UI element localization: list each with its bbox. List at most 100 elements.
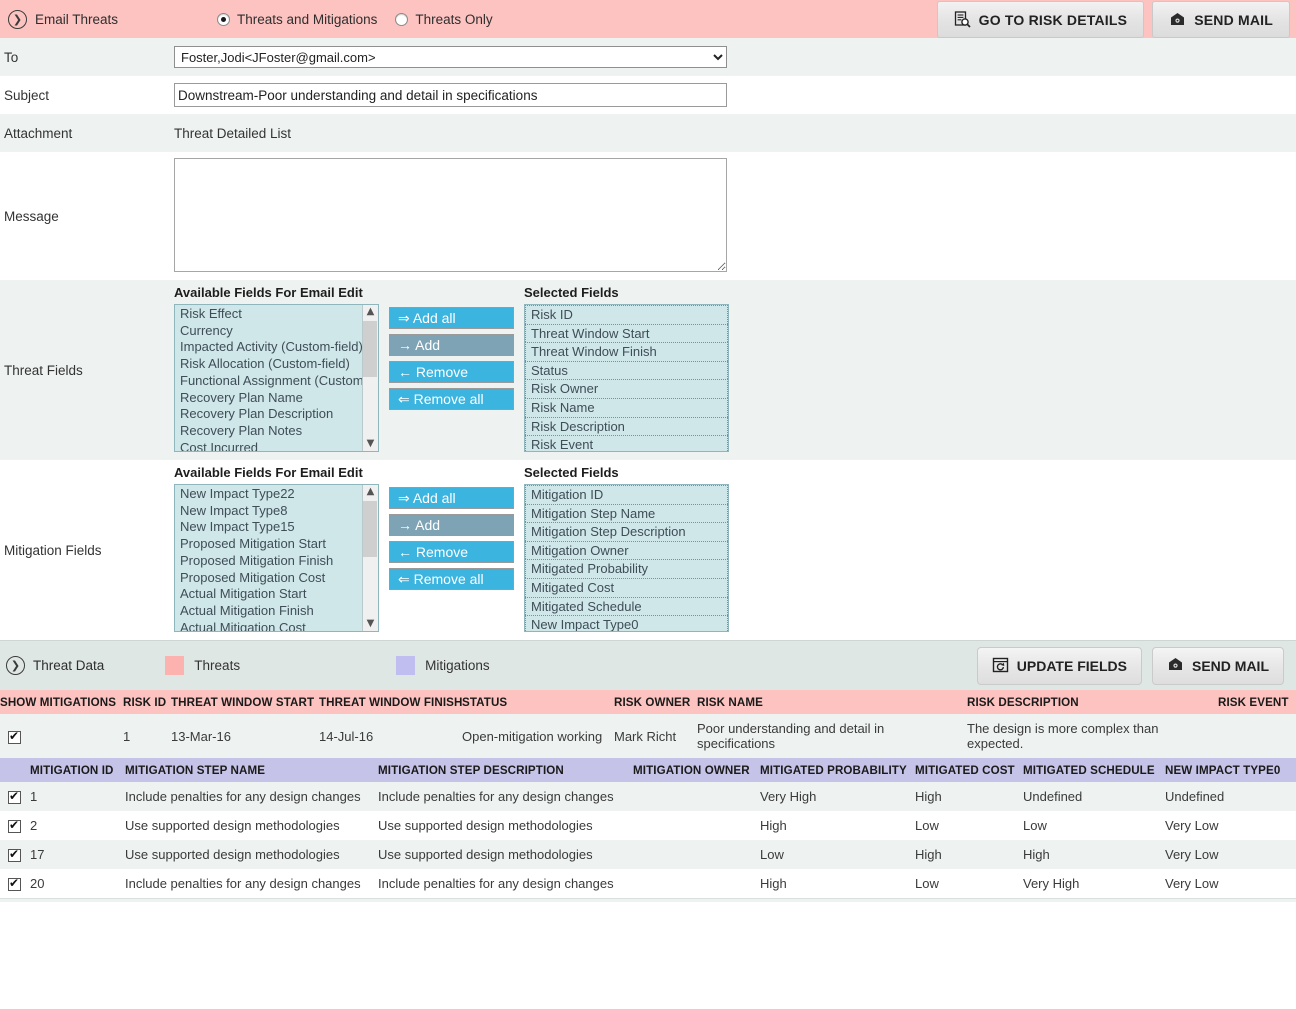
chevron-right-circle-icon[interactable]: ❯ xyxy=(8,9,27,29)
subject-input[interactable] xyxy=(174,83,727,107)
list-item[interactable]: New Impact Type22 xyxy=(175,486,362,503)
list-item[interactable]: Mitigated Schedule xyxy=(525,596,728,616)
list-item[interactable]: Currency xyxy=(175,323,362,340)
cell-owner xyxy=(633,811,760,841)
cell-risk-id: 1 xyxy=(123,714,171,758)
remove-button[interactable]: ← Remove xyxy=(389,541,514,563)
list-item[interactable]: Impacted Activity (Custom-field) xyxy=(175,339,362,356)
add-all-button[interactable]: ⇒ Add all xyxy=(389,307,514,329)
list-item[interactable]: Actual Mitigation Cost xyxy=(175,620,362,631)
to-label: To xyxy=(4,49,19,65)
scrollbar-thumb[interactable] xyxy=(363,501,377,557)
list-item[interactable]: Risk Name xyxy=(525,397,728,417)
list-item[interactable]: Proposed Mitigation Cost xyxy=(175,570,362,587)
remove-all-button[interactable]: ⇐ Remove all xyxy=(389,568,514,590)
to-recipient-select[interactable]: Foster,Jodi<JFoster@gmail.com> xyxy=(174,46,727,68)
col-spacer xyxy=(0,758,30,782)
checkbox[interactable] xyxy=(8,876,21,892)
scroll-down-icon[interactable]: ▼ xyxy=(367,437,375,451)
col-threat-window-finish: THREAT WINDOW FINISH xyxy=(319,690,462,714)
list-item[interactable]: Risk ID xyxy=(525,305,728,324)
list-item[interactable]: Mitigation Step Description xyxy=(525,522,728,541)
scrollbar-thumb[interactable] xyxy=(363,321,377,377)
cell-risk-name: Poor understanding and detail in specifi… xyxy=(697,714,967,758)
cell-mitigation-id: 17 xyxy=(30,840,125,870)
list-item[interactable]: Mitigation ID xyxy=(525,485,728,504)
checkbox[interactable] xyxy=(8,729,21,744)
radio-indicator[interactable] xyxy=(395,12,409,26)
add-button[interactable]: → Add xyxy=(389,334,514,356)
col-mitigation-step-description: MITIGATION STEP DESCRIPTION xyxy=(378,758,633,782)
table-row[interactable]: 1 13-Mar-16 14-Jul-16 Open-mitigation wo… xyxy=(0,714,1296,758)
list-item[interactable]: Functional Assignment (Custom-f xyxy=(175,373,362,390)
mitigation-selected-listbox[interactable]: Mitigation ID Mitigation Step Name Mitig… xyxy=(524,484,729,632)
threat-data-panel-toggle[interactable]: ❯ Threat Data xyxy=(6,656,104,675)
list-item[interactable]: Risk Event xyxy=(525,435,728,451)
list-item[interactable]: Mitigation Step Name xyxy=(525,503,728,523)
list-item[interactable]: Mitigated Cost xyxy=(525,577,728,597)
table-row[interactable]: 1 Include penalties for any design chang… xyxy=(0,782,1296,812)
list-item[interactable]: Recovery Plan Notes xyxy=(175,423,362,440)
cell-owner xyxy=(633,869,760,899)
list-item[interactable]: Proposed Mitigation Finish xyxy=(175,553,362,570)
list-item[interactable]: Risk Owner xyxy=(525,379,728,398)
list-item[interactable]: Recovery Plan Description xyxy=(175,406,362,423)
email-threats-panel-toggle[interactable]: ❯ Email Threats xyxy=(8,9,118,29)
list-item[interactable]: Actual Mitigation Finish xyxy=(175,603,362,620)
col-risk-description: RISK DESCRIPTION xyxy=(967,690,1218,714)
mitigation-available-listbox[interactable]: New Impact Type22 New Impact Type8 New I… xyxy=(174,484,379,632)
list-item[interactable]: Threat Window Finish xyxy=(525,342,728,361)
scroll-down-icon[interactable]: ▼ xyxy=(367,617,375,631)
email-threats-header: ❯ Email Threats Threats and Mitigations … xyxy=(0,0,1296,38)
mitigation-checkbox-cell[interactable] xyxy=(0,782,30,812)
mitigation-checkbox-cell[interactable] xyxy=(0,869,30,899)
chevron-right-circle-icon[interactable]: ❯ xyxy=(6,656,25,675)
scroll-up-icon[interactable]: ▲ xyxy=(367,485,375,499)
go-to-risk-details-button[interactable]: GO TO RISK DETAILS xyxy=(936,1,1145,38)
show-mitigations-checkbox-cell[interactable] xyxy=(0,714,123,758)
list-item[interactable]: New Impact Type8 xyxy=(175,503,362,520)
mitigations-color-swatch xyxy=(396,656,416,675)
send-mail-button-bottom[interactable]: SEND MAIL xyxy=(1152,647,1284,685)
listbox-scrollbar[interactable]: ▲ ▼ xyxy=(362,305,378,451)
col-risk-name: RISK NAME xyxy=(697,690,967,714)
listbox-scrollbar[interactable]: ▲ ▼ xyxy=(362,485,378,631)
threat-available-listbox[interactable]: Risk Effect Currency Impacted Activity (… xyxy=(174,304,379,452)
list-item[interactable]: Mitigated Probability xyxy=(525,559,728,578)
table-row[interactable]: 17 Use supported design methodologies Us… xyxy=(0,840,1296,870)
mitigation-checkbox-cell[interactable] xyxy=(0,840,30,870)
col-mitigated-cost: MITIGATED COST xyxy=(915,758,1023,782)
send-mail-button-top[interactable]: SEND MAIL xyxy=(1152,1,1290,38)
threat-selected-listbox[interactable]: Risk ID Threat Window Start Threat Windo… xyxy=(524,304,729,452)
remove-all-button[interactable]: ⇐ Remove all xyxy=(389,388,514,410)
remove-button[interactable]: ← Remove xyxy=(389,361,514,383)
list-item[interactable]: Actual Mitigation Start xyxy=(175,586,362,603)
list-item[interactable]: Recovery Plan Name xyxy=(175,390,362,407)
list-item[interactable]: Mitigation Owner xyxy=(525,540,728,560)
radio-indicator[interactable] xyxy=(217,12,231,26)
cell-cost: High xyxy=(915,840,1023,870)
list-item[interactable]: Risk Allocation (Custom-field) xyxy=(175,356,362,373)
table-row[interactable]: 20 Include penalties for any design chan… xyxy=(0,869,1296,899)
list-item[interactable]: Cost Incurred xyxy=(175,440,362,451)
list-item[interactable]: Risk Description xyxy=(525,416,728,436)
checkbox[interactable] xyxy=(8,847,21,863)
list-item[interactable]: Status xyxy=(525,360,728,380)
message-textarea[interactable] xyxy=(174,157,727,272)
list-item[interactable]: New Impact Type0 xyxy=(525,615,728,631)
list-item[interactable]: Proposed Mitigation Start xyxy=(175,536,362,553)
add-button[interactable]: → Add xyxy=(389,514,514,536)
header-actions: GO TO RISK DETAILS SEND MAIL xyxy=(936,1,1290,38)
scroll-up-icon[interactable]: ▲ xyxy=(367,305,375,319)
list-item[interactable]: New Impact Type15 xyxy=(175,519,362,536)
radio-threats-only[interactable]: Threats Only xyxy=(395,12,493,27)
checkbox[interactable] xyxy=(8,818,21,834)
list-item[interactable]: Threat Window Start xyxy=(525,323,728,343)
update-fields-button[interactable]: UPDATE FIELDS xyxy=(976,647,1142,685)
mitigation-checkbox-cell[interactable] xyxy=(0,811,30,841)
radio-threats-and-mitigations[interactable]: Threats and Mitigations xyxy=(217,12,377,27)
add-all-button[interactable]: ⇒ Add all xyxy=(389,487,514,509)
checkbox[interactable] xyxy=(8,789,21,805)
list-item[interactable]: Risk Effect xyxy=(175,306,362,323)
table-row[interactable]: 2 Use supported design methodologies Use… xyxy=(0,811,1296,841)
